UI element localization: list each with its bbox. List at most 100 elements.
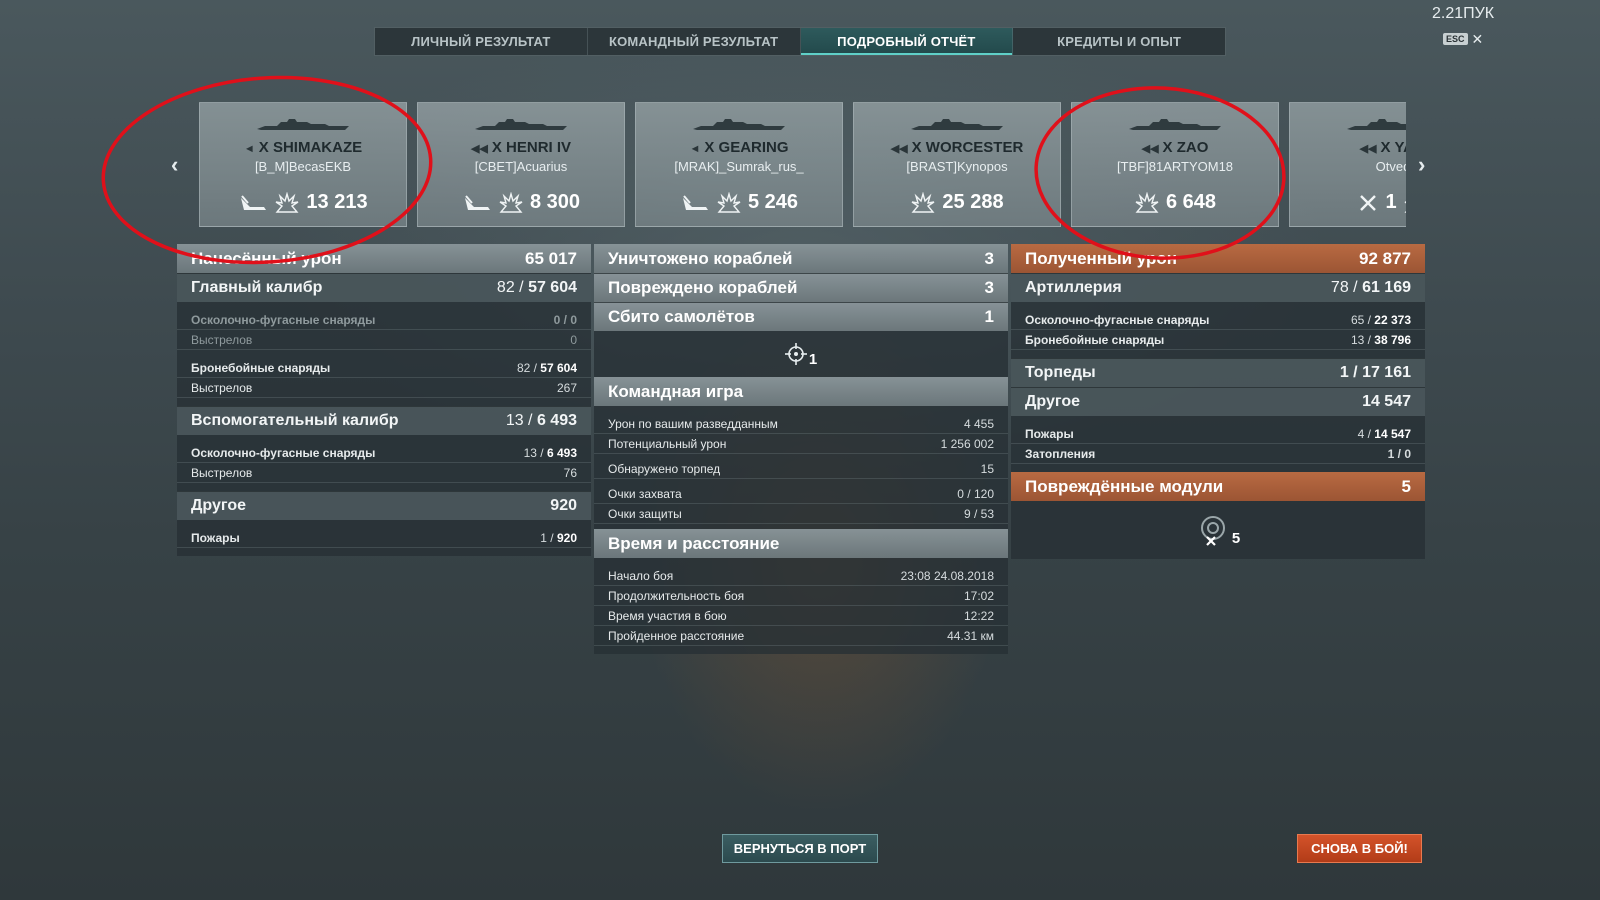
ship-stat-row: 1 <box>1290 191 1406 214</box>
capture-points-row: Очки захвата 0 / 120 <box>594 484 1008 504</box>
player-name: Otved <box>1375 159 1406 174</box>
participation-time-row: Время участия в бою 12:22 <box>594 606 1008 626</box>
battle-duration-row: Продолжительность боя 17:02 <box>594 586 1008 606</box>
tab-team-result[interactable]: КОМАНДНЫЙ РЕЗУЛЬТАТ <box>588 28 801 55</box>
main-he-row: Осколочно-фугасные снаряды 0 / 0 <box>177 310 591 330</box>
damage-icon <box>1135 191 1159 213</box>
damage-received-panel: Полученный урон 92 877 Артиллерия 78 / 61… <box>1011 244 1425 559</box>
damage-dealt-total: 65 017 <box>525 248 577 268</box>
player-name: [B_M]BecasEKB <box>254 159 352 174</box>
player-name: [BRAST]Kynopos <box>906 159 1008 174</box>
battle-again-button[interactable]: СНОВА В БОЙ! <box>1297 834 1422 863</box>
spotting-damage-row: Урон по вашим разведданным 4 455 <box>594 414 1008 434</box>
ship-silhouette-icon <box>1347 119 1406 130</box>
ship-carousel: ◄ X SHIMAKAZE [B_M]BecasEKB 13 213 ◀◀ X HENRI… <box>199 102 1406 227</box>
ship-tier: X <box>1380 139 1391 156</box>
ship-tier: X <box>1162 139 1173 156</box>
return-to-port-button[interactable]: ВЕРНУТЬСЯ В ПОРТ <box>722 834 878 863</box>
ship-stat-row: 25 288 <box>854 191 1060 214</box>
ship-title: YAM <box>1394 139 1406 156</box>
time-distance-header: Время и расстояние <box>594 529 1008 558</box>
damage-icon <box>275 191 299 213</box>
ship-destroyed-icon <box>464 194 490 210</box>
ship-silhouette-icon <box>911 119 1003 130</box>
tab-personal-result[interactable]: ЛИЧНЫЙ РЕЗУЛЬТАТ <box>375 28 588 55</box>
planes-shot-row: Сбито самолётов 1 <box>594 302 1008 331</box>
ship-card[interactable]: ◀◀ X ZAO [TBF]81ARTYOM18 6 648 <box>1071 102 1279 227</box>
main-ap-shots-row: Выстрелов 267 <box>177 378 591 398</box>
plane-destroyed-icon <box>1360 194 1377 211</box>
main-caliber-value: 82 / 57 604 <box>496 279 577 296</box>
received-he-row: Осколочно-фугасные снаряды 65 / 22 373 <box>1011 310 1425 330</box>
fires-dealt-row: Пожары 1 / 920 <box>177 528 591 548</box>
carousel-next-icon[interactable]: › <box>1418 152 1425 178</box>
crosshair-icon <box>784 343 807 365</box>
player-name: [MRAK]_Sumrak_rus_ <box>674 159 804 174</box>
ship-card[interactable]: ◀◀X YAM Otved 1 <box>1289 102 1406 227</box>
ship-title: WORCESTER <box>925 139 1024 156</box>
kills-count: 1 <box>1385 191 1397 213</box>
ship-damage: 13 213 <box>306 191 368 213</box>
main-caliber-label: Главный калибр <box>191 279 323 296</box>
torpedoes-received-row: Торпеды 1 / 17 161 <box>1011 358 1425 387</box>
battle-summary-panel: Уничтожено кораблей 3 Повреждено кораблей… <box>594 244 1008 654</box>
damaged-ships-row: Повреждено кораблей 3 <box>594 273 1008 302</box>
esc-key-icon: ESC <box>1443 33 1468 45</box>
cruiser-icon: ◀◀ <box>470 143 488 155</box>
ship-card[interactable]: ◀◀ X WORCESTER [BRAST]Kynopos 25 288 <box>853 102 1061 227</box>
ship-name: ◄ X GEARING <box>636 139 842 156</box>
destroyer-icon: ◄ <box>689 143 701 155</box>
damage-icon <box>1404 200 1406 213</box>
carousel-prev-icon[interactable]: ‹ <box>171 152 178 178</box>
damage-received-header: Полученный урон 92 877 <box>1011 244 1425 273</box>
main-caliber-row: Главный калибр 82 / 57 604 <box>177 273 591 302</box>
defense-points-row: Очки защиты 9 / 53 <box>594 504 1008 524</box>
damage-dealt-title: Нанесённый урон <box>191 248 342 268</box>
received-fires-row: Пожары 4 / 14 547 <box>1011 424 1425 444</box>
ship-name: ◄ X SHIMAKAZE <box>200 139 406 156</box>
tab-credits-xp[interactable]: КРЕДИТЫ И ОПЫТ <box>1013 28 1225 55</box>
ship-title: HENRI IV <box>506 139 572 156</box>
close-button[interactable]: ESC ✕ <box>1443 32 1483 46</box>
damage-dealt-panel: Нанесённый урон 65 017 Главный калибр 82… <box>177 244 591 556</box>
ship-tier: X <box>911 139 922 156</box>
cruiser-icon: ◀◀ <box>890 143 908 155</box>
ship-title: SHIMAKAZE <box>272 139 363 156</box>
ship-silhouette-icon <box>693 119 785 130</box>
ship-damage: 25 288 <box>942 191 1004 213</box>
ship-card[interactable]: ◄ X GEARING [MRAK]_Sumrak_rus_ 5 246 <box>635 102 843 227</box>
other-dealt-row: Другое 920 <box>177 491 591 520</box>
ship-stat-row: 6 648 <box>1072 191 1278 214</box>
cruiser-icon: ◀◀ <box>1141 143 1159 155</box>
player-name: [CBET]Acuarius <box>474 159 568 174</box>
ship-name: ◀◀X YAM <box>1290 139 1406 156</box>
main-ap-row: Бронебойные снаряды 82 / 57 604 <box>177 358 591 378</box>
cruiser-icon: ◀◀ <box>1359 143 1377 155</box>
ship-title: GEARING <box>718 139 789 156</box>
destroyer-icon: ◄ <box>243 143 255 155</box>
torpedoes-spotted-row: Обнаружено торпед 15 <box>594 459 1008 479</box>
ship-silhouette-icon <box>1129 119 1221 130</box>
secondary-shots-row: Выстрелов 76 <box>177 463 591 483</box>
ship-stat-row: 13 213 <box>200 191 406 214</box>
damage-icon <box>717 191 741 213</box>
ship-destroyed-icon <box>682 194 708 210</box>
modules-count: 5 <box>1231 529 1241 547</box>
distance-row: Пройденное расстояние 44.31 км <box>594 626 1008 646</box>
ship-silhouette-icon <box>475 119 567 130</box>
ship-damage: 5 246 <box>747 191 799 213</box>
modules-icon-row: 5 <box>1011 501 1425 559</box>
ship-stat-row: 8 300 <box>418 191 624 214</box>
ship-name: ◀◀ X WORCESTER <box>854 139 1060 156</box>
tab-detailed-report[interactable]: ПОДРОБНЫЙ ОТЧЁТ <box>800 28 1014 55</box>
ship-name: ◀◀ X HENRI IV <box>418 139 624 156</box>
damaged-modules-header: Повреждённые модули 5 <box>1011 472 1425 501</box>
ship-card[interactable]: ◀◀ X HENRI IV [CBET]Acuarius 8 300 <box>417 102 625 227</box>
version-label: 2.21ПУК <box>1432 5 1495 22</box>
destroyed-ships-row: Уничтожено кораблей 3 <box>594 244 1008 273</box>
ship-damage: 6 648 <box>1165 191 1217 213</box>
ship-destroyed-icon <box>241 194 267 210</box>
ship-silhouette-icon <box>257 119 349 130</box>
ship-card[interactable]: ◄ X SHIMAKAZE [B_M]BecasEKB 13 213 <box>199 102 407 227</box>
secondary-he-row: Осколочно-фугасные снаряды 13 / 6 493 <box>177 443 591 463</box>
